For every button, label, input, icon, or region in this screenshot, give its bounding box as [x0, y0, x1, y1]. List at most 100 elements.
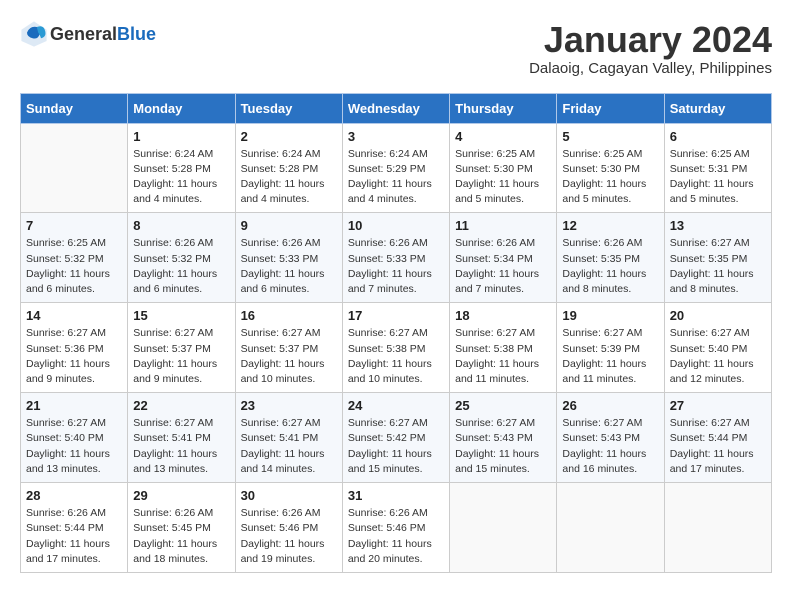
col-header-wednesday: Wednesday — [342, 93, 449, 123]
day-number: 8 — [133, 218, 229, 233]
day-cell: 17 Sunrise: 6:27 AM Sunset: 5:38 PM Dayli… — [342, 303, 449, 393]
day-number: 4 — [455, 129, 551, 144]
day-number: 16 — [241, 308, 337, 323]
day-number: 5 — [562, 129, 658, 144]
day-detail: Sunrise: 6:26 AM Sunset: 5:32 PM Dayligh… — [133, 236, 229, 297]
col-header-friday: Friday — [557, 93, 664, 123]
day-detail: Sunrise: 6:25 AM Sunset: 5:32 PM Dayligh… — [26, 236, 122, 297]
day-detail: Sunrise: 6:27 AM Sunset: 5:42 PM Dayligh… — [348, 416, 444, 477]
day-cell: 14 Sunrise: 6:27 AM Sunset: 5:36 PM Dayli… — [21, 303, 128, 393]
day-detail: Sunrise: 6:25 AM Sunset: 5:30 PM Dayligh… — [455, 147, 551, 208]
day-number: 18 — [455, 308, 551, 323]
day-number: 22 — [133, 398, 229, 413]
day-cell: 31Sunrise: 6:26 AM Sunset: 5:46 PM Dayli… — [342, 483, 449, 573]
day-cell: 18 Sunrise: 6:27 AM Sunset: 5:38 PM Dayli… — [450, 303, 557, 393]
day-detail: Sunrise: 6:26 AM Sunset: 5:46 PM Dayligh… — [241, 506, 337, 567]
day-number: 14 — [26, 308, 122, 323]
day-cell — [664, 483, 771, 573]
day-number: 6 — [670, 129, 766, 144]
day-cell — [450, 483, 557, 573]
col-header-saturday: Saturday — [664, 93, 771, 123]
day-detail: Sunrise: 6:27 AM Sunset: 5:37 PM Dayligh… — [133, 326, 229, 387]
week-row-2: 7 Sunrise: 6:25 AM Sunset: 5:32 PM Daylig… — [21, 213, 772, 303]
day-cell: 30 Sunrise: 6:26 AM Sunset: 5:46 PM Dayli… — [235, 483, 342, 573]
day-detail: Sunrise: 6:27 AM Sunset: 5:36 PM Dayligh… — [26, 326, 122, 387]
day-number: 27 — [670, 398, 766, 413]
day-cell — [557, 483, 664, 573]
day-detail: Sunrise: 6:27 AM Sunset: 5:44 PM Dayligh… — [670, 416, 766, 477]
day-number: 7 — [26, 218, 122, 233]
day-number: 9 — [241, 218, 337, 233]
day-number: 13 — [670, 218, 766, 233]
day-number: 11 — [455, 218, 551, 233]
day-detail: Sunrise: 6:27 AM Sunset: 5:41 PM Dayligh… — [133, 416, 229, 477]
day-detail: Sunrise: 6:27 AM Sunset: 5:39 PM Dayligh… — [562, 326, 658, 387]
location-title: Dalaoig, Cagayan Valley, Philippines — [529, 60, 772, 77]
day-number: 10 — [348, 218, 444, 233]
day-detail: Sunrise: 6:26 AM Sunset: 5:33 PM Dayligh… — [241, 236, 337, 297]
day-number: 23 — [241, 398, 337, 413]
day-number: 29 — [133, 488, 229, 503]
logo-general-text: General — [50, 24, 117, 44]
day-cell: 16 Sunrise: 6:27 AM Sunset: 5:37 PM Dayli… — [235, 303, 342, 393]
day-number: 20 — [670, 308, 766, 323]
day-number: 1 — [133, 129, 229, 144]
day-number: 21 — [26, 398, 122, 413]
day-detail: Sunrise: 6:27 AM Sunset: 5:43 PM Dayligh… — [562, 416, 658, 477]
day-detail: Sunrise: 6:27 AM Sunset: 5:41 PM Dayligh… — [241, 416, 337, 477]
day-detail: Sunrise: 6:26 AM Sunset: 5:44 PM Dayligh… — [26, 506, 122, 567]
day-number: 12 — [562, 218, 658, 233]
day-cell: 4 Sunrise: 6:25 AM Sunset: 5:30 PM Daylig… — [450, 123, 557, 213]
col-header-sunday: Sunday — [21, 93, 128, 123]
day-cell: 24 Sunrise: 6:27 AM Sunset: 5:42 PM Dayli… — [342, 393, 449, 483]
month-title: January 2024 — [529, 20, 772, 60]
calendar-table: SundayMondayTuesdayWednesdayThursdayFrid… — [20, 93, 772, 573]
day-number: 17 — [348, 308, 444, 323]
day-number: 15 — [133, 308, 229, 323]
page-header: GeneralBlue January 2024 Dalaoig, Cagaya… — [20, 20, 772, 77]
day-cell: 1 Sunrise: 6:24 AM Sunset: 5:28 PM Daylig… — [128, 123, 235, 213]
day-detail: Sunrise: 6:26 AM Sunset: 5:35 PM Dayligh… — [562, 236, 658, 297]
day-detail: Sunrise: 6:25 AM Sunset: 5:31 PM Dayligh… — [670, 147, 766, 208]
col-header-thursday: Thursday — [450, 93, 557, 123]
day-cell: 5Sunrise: 6:25 AM Sunset: 5:30 PM Daylig… — [557, 123, 664, 213]
day-detail: Sunrise: 6:24 AM Sunset: 5:28 PM Dayligh… — [133, 147, 229, 208]
day-detail: Sunrise: 6:24 AM Sunset: 5:29 PM Dayligh… — [348, 147, 444, 208]
day-detail: Sunrise: 6:27 AM Sunset: 5:38 PM Dayligh… — [348, 326, 444, 387]
day-detail: Sunrise: 6:27 AM Sunset: 5:40 PM Dayligh… — [26, 416, 122, 477]
day-cell: 2 Sunrise: 6:24 AM Sunset: 5:28 PM Daylig… — [235, 123, 342, 213]
day-cell: 28Sunrise: 6:26 AM Sunset: 5:44 PM Dayli… — [21, 483, 128, 573]
col-header-tuesday: Tuesday — [235, 93, 342, 123]
day-number: 2 — [241, 129, 337, 144]
day-detail: Sunrise: 6:27 AM Sunset: 5:38 PM Dayligh… — [455, 326, 551, 387]
day-cell: 3 Sunrise: 6:24 AM Sunset: 5:29 PM Daylig… — [342, 123, 449, 213]
day-cell: 7 Sunrise: 6:25 AM Sunset: 5:32 PM Daylig… — [21, 213, 128, 303]
day-detail: Sunrise: 6:27 AM Sunset: 5:40 PM Dayligh… — [670, 326, 766, 387]
day-detail: Sunrise: 6:27 AM Sunset: 5:37 PM Dayligh… — [241, 326, 337, 387]
day-number: 24 — [348, 398, 444, 413]
week-row-5: 28Sunrise: 6:26 AM Sunset: 5:44 PM Dayli… — [21, 483, 772, 573]
day-cell: 23 Sunrise: 6:27 AM Sunset: 5:41 PM Dayli… — [235, 393, 342, 483]
logo: GeneralBlue — [20, 20, 156, 48]
day-cell: 11 Sunrise: 6:26 AM Sunset: 5:34 PM Dayli… — [450, 213, 557, 303]
week-row-1: 1 Sunrise: 6:24 AM Sunset: 5:28 PM Daylig… — [21, 123, 772, 213]
day-detail: Sunrise: 6:26 AM Sunset: 5:33 PM Dayligh… — [348, 236, 444, 297]
day-number: 19 — [562, 308, 658, 323]
day-cell: 26Sunrise: 6:27 AM Sunset: 5:43 PM Dayli… — [557, 393, 664, 483]
day-detail: Sunrise: 6:27 AM Sunset: 5:43 PM Dayligh… — [455, 416, 551, 477]
day-cell: 20 Sunrise: 6:27 AM Sunset: 5:40 PM Dayli… — [664, 303, 771, 393]
day-cell: 25 Sunrise: 6:27 AM Sunset: 5:43 PM Dayli… — [450, 393, 557, 483]
day-cell: 13Sunrise: 6:27 AM Sunset: 5:35 PM Dayli… — [664, 213, 771, 303]
title-block: January 2024 Dalaoig, Cagayan Valley, Ph… — [529, 20, 772, 77]
day-cell: 9 Sunrise: 6:26 AM Sunset: 5:33 PM Daylig… — [235, 213, 342, 303]
logo-blue-text: Blue — [117, 24, 156, 44]
day-number: 30 — [241, 488, 337, 503]
day-cell: 19 Sunrise: 6:27 AM Sunset: 5:39 PM Dayli… — [557, 303, 664, 393]
logo-icon — [20, 20, 48, 48]
day-cell: 12 Sunrise: 6:26 AM Sunset: 5:35 PM Dayli… — [557, 213, 664, 303]
day-number: 25 — [455, 398, 551, 413]
day-number: 3 — [348, 129, 444, 144]
day-detail: Sunrise: 6:26 AM Sunset: 5:34 PM Dayligh… — [455, 236, 551, 297]
day-detail: Sunrise: 6:26 AM Sunset: 5:45 PM Dayligh… — [133, 506, 229, 567]
day-detail: Sunrise: 6:24 AM Sunset: 5:28 PM Dayligh… — [241, 147, 337, 208]
